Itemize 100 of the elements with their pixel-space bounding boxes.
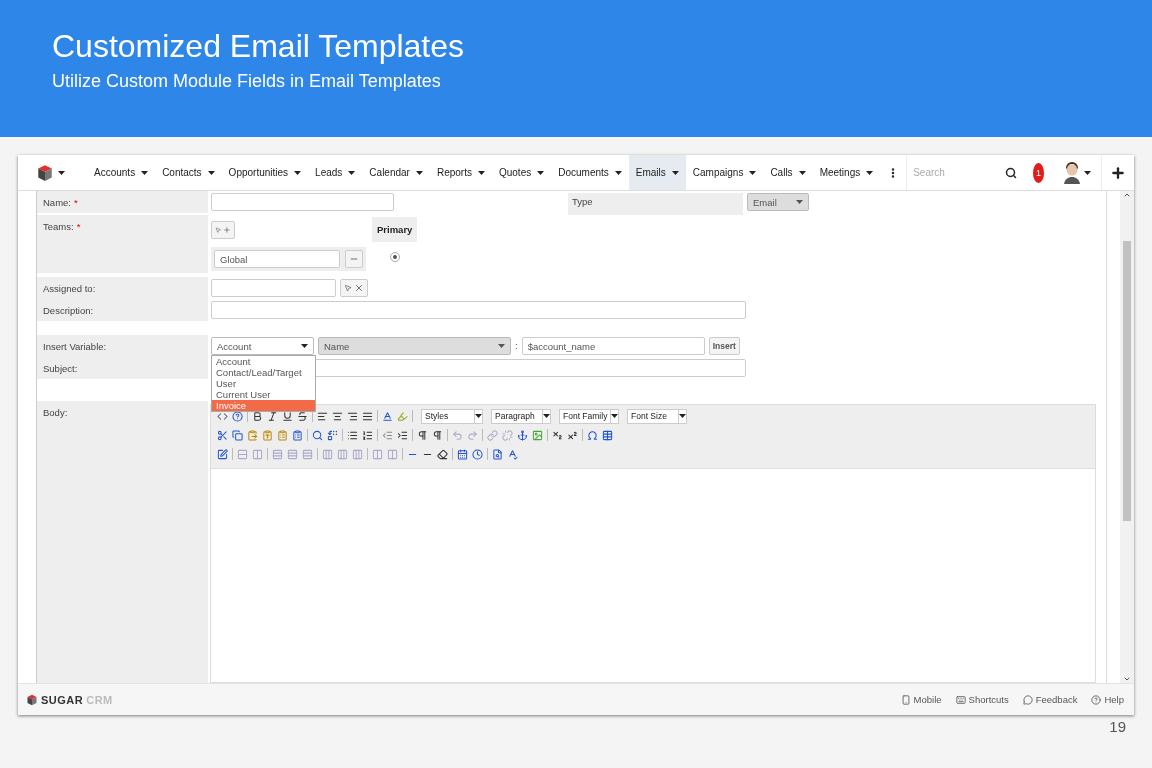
footer-link[interactable]: Help (1091, 694, 1124, 705)
nav-tab[interactable]: Meetings (812, 155, 881, 190)
spellcheck-icon[interactable] (507, 448, 518, 460)
nav-tab[interactable]: Opportunities (221, 155, 309, 190)
footer-link[interactable]: Shortcuts (955, 694, 1009, 705)
name-field[interactable] (211, 193, 394, 211)
scroll-down-icon[interactable] (1123, 675, 1131, 683)
slide-title: Customized Email Templates (52, 28, 464, 65)
field-select[interactable]: Name (318, 337, 511, 355)
assigned-to-field[interactable] (211, 279, 336, 297)
select-all-icon[interactable] (292, 429, 303, 441)
align-justify-icon[interactable] (362, 410, 373, 422)
align-center-icon[interactable] (332, 410, 343, 422)
find-icon[interactable] (312, 429, 323, 441)
caret-icon (537, 170, 545, 175)
table-icon[interactable] (602, 429, 613, 441)
speech-bubble-icon (1022, 694, 1033, 705)
align-left-icon[interactable] (317, 410, 328, 422)
footer-link[interactable]: Mobile (900, 694, 942, 705)
footer-logo: SUGAR CRM (26, 693, 113, 706)
pointer-icon (215, 226, 222, 234)
caret-icon (294, 170, 302, 175)
editor-select[interactable]: Font Size (627, 408, 687, 424)
field-label: Subject: (43, 363, 78, 374)
paste-icon[interactable] (247, 429, 258, 441)
underline-icon[interactable] (282, 410, 293, 422)
scissors-icon[interactable] (217, 429, 228, 441)
numbered-list-icon[interactable] (362, 429, 373, 441)
paste-text-icon[interactable] (262, 429, 273, 441)
caret-icon (301, 344, 308, 348)
module-select[interactable]: Account (211, 337, 314, 355)
cube-logo-icon (36, 163, 54, 182)
strikethrough-icon[interactable] (297, 410, 308, 422)
preview-icon[interactable] (492, 448, 503, 460)
description-field[interactable] (211, 301, 746, 319)
nav-tab[interactable]: Quotes (491, 155, 552, 190)
select-user-button[interactable] (340, 279, 368, 297)
field-label: Assigned to: (43, 283, 96, 294)
edit-icon[interactable] (217, 448, 228, 460)
scroll-up-icon[interactable] (1123, 191, 1131, 199)
team-field[interactable]: Global (214, 250, 340, 268)
anchor-icon[interactable] (517, 429, 528, 441)
nav-tab[interactable]: Accounts (87, 155, 156, 190)
editor-select[interactable]: Font Family (559, 408, 619, 424)
slide-subtitle: Utilize Custom Module Fields in Email Templates (52, 71, 441, 92)
pilcrow-icon[interactable] (432, 429, 443, 441)
image-icon[interactable] (532, 429, 543, 441)
nav-tab[interactable]: Leads (308, 155, 363, 190)
editor-select[interactable]: Paragraph (491, 408, 551, 424)
nav-tab[interactable]: Calendar (362, 155, 430, 190)
pilcrow-icon[interactable] (417, 429, 428, 441)
eraser-icon[interactable] (437, 448, 448, 460)
replace-icon[interactable] (327, 429, 338, 441)
nav-tab[interactable]: Reports (429, 155, 492, 190)
notification-badge[interactable]: 1 (1033, 162, 1044, 183)
separator-text: : (515, 339, 518, 353)
caret-icon (679, 414, 686, 418)
caret-icon (348, 170, 356, 175)
merge-cell-icon[interactable] (387, 448, 398, 460)
nav-tab[interactable]: Calls (763, 155, 813, 190)
nav-tab[interactable]: Emails (628, 155, 686, 190)
bold-icon[interactable] (252, 410, 263, 422)
superscript-icon[interactable] (567, 429, 578, 441)
search-icon[interactable] (1005, 166, 1018, 179)
required-mark: * (74, 197, 78, 208)
editor-select[interactable]: Styles (421, 408, 483, 424)
text-color-icon[interactable] (382, 410, 393, 422)
caret-icon (207, 170, 215, 175)
caret-icon (543, 414, 550, 418)
keyboard-icon (955, 694, 966, 705)
nav-tab[interactable]: Documents (551, 155, 629, 190)
caret-icon (671, 170, 679, 175)
italic-icon[interactable] (267, 410, 278, 422)
omega-icon[interactable] (587, 429, 598, 441)
nav-tab[interactable]: Campaigns (685, 155, 764, 190)
plus-icon (223, 225, 231, 235)
copy-icon[interactable] (232, 429, 243, 441)
calendar-icon[interactable] (457, 448, 468, 460)
nav-tab[interactable]: Contacts (155, 155, 222, 190)
caret-icon (611, 414, 618, 418)
split-cell-icon[interactable] (372, 448, 383, 460)
indent-icon[interactable] (397, 429, 408, 441)
scrollbar[interactable] (1120, 191, 1134, 683)
field-label: Name: (43, 197, 71, 208)
caret-icon (415, 170, 423, 175)
subscript-icon[interactable] (552, 429, 563, 441)
caret-icon (475, 414, 482, 418)
variable-field[interactable]: $account_name (521, 337, 705, 355)
cube-logo-icon (26, 693, 38, 706)
help-icon[interactable] (232, 410, 243, 422)
clock-icon[interactable] (472, 448, 483, 460)
help-icon (1091, 694, 1102, 705)
required-mark: * (76, 221, 81, 232)
insert-button[interactable]: Insert (708, 337, 740, 355)
type-select[interactable]: Email (747, 193, 809, 211)
caret-icon (498, 344, 505, 348)
bullet-list-icon[interactable] (347, 429, 358, 441)
footer-link[interactable]: Feedback (1022, 694, 1078, 705)
align-right-icon[interactable] (347, 410, 358, 422)
html-icon[interactable] (217, 410, 228, 422)
